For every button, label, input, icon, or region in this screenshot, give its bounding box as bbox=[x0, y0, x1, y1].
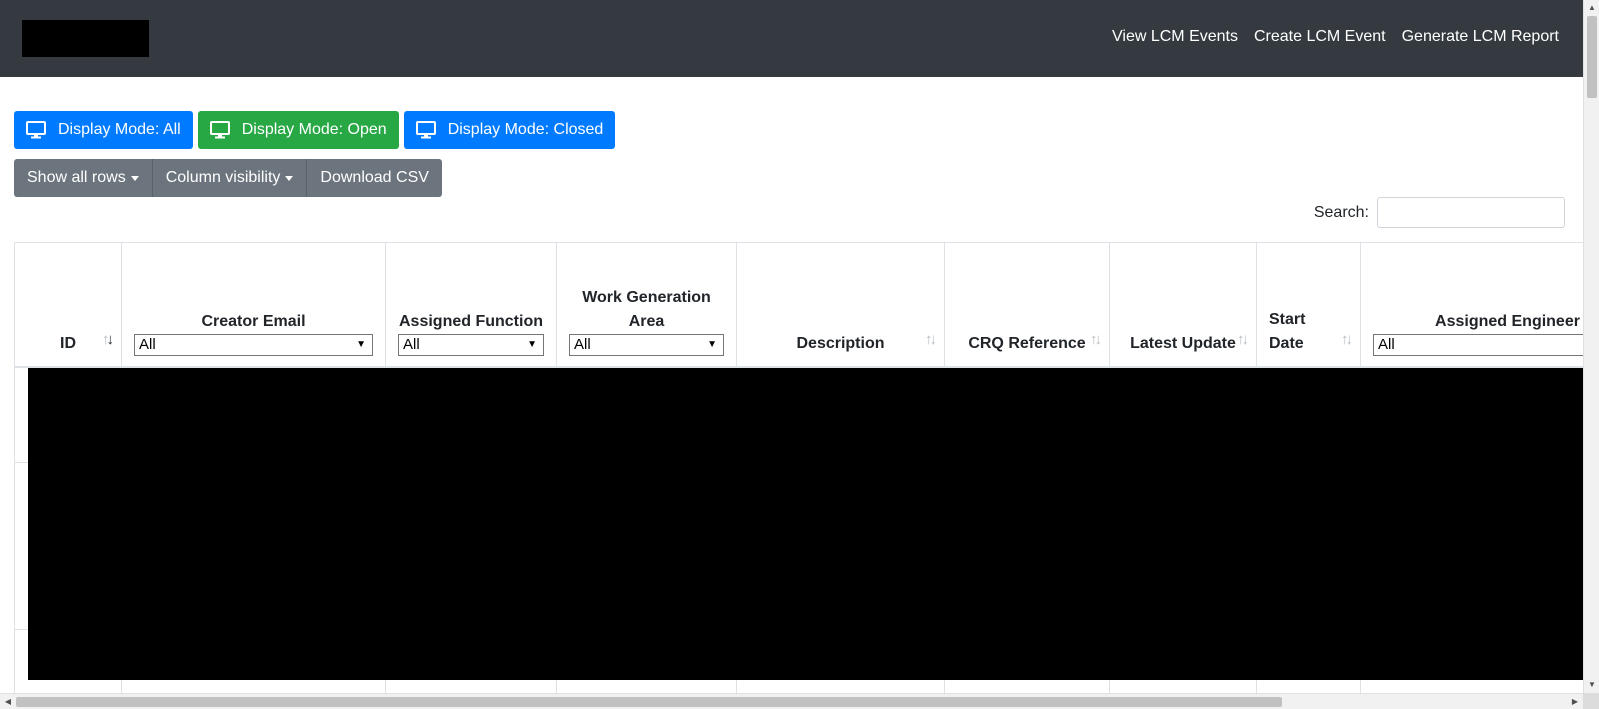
scrollbar-corner bbox=[1583, 693, 1599, 709]
scroll-left-arrow-icon[interactable]: ◀ bbox=[0, 694, 16, 709]
filter-value: All bbox=[403, 336, 420, 353]
dropdown-arrow-icon: ▼ bbox=[707, 339, 717, 350]
caret-down-icon bbox=[285, 175, 294, 181]
column-header-label: Creator Email bbox=[201, 313, 306, 330]
scroll-down-arrow-icon[interactable]: ▼ bbox=[1584, 677, 1599, 693]
monitor-icon bbox=[26, 121, 46, 139]
horizontal-scrollbar[interactable]: ◀ ▶ bbox=[0, 693, 1583, 709]
column-header-label: CRQ Reference bbox=[968, 335, 1086, 352]
column-header-label: Latest Update bbox=[1130, 335, 1236, 352]
filter-value: All bbox=[574, 336, 591, 353]
scroll-right-arrow-icon[interactable]: ▶ bbox=[1567, 694, 1583, 709]
scroll-up-arrow-icon[interactable]: ▲ bbox=[1584, 0, 1599, 16]
column-header-start-date[interactable]: Start Date ↑↓ bbox=[1256, 243, 1361, 368]
sort-icon: ↑↓ bbox=[102, 331, 114, 348]
vertical-scrollbar[interactable]: ▲ ▼ bbox=[1583, 0, 1599, 693]
sort-icon: ↑↓ bbox=[1090, 331, 1102, 348]
column-header-latest-update[interactable]: Latest Update ↑↓ bbox=[1109, 243, 1257, 368]
dropdown-arrow-icon: ▼ bbox=[527, 339, 537, 350]
vertical-scrollbar-thumb[interactable] bbox=[1587, 16, 1597, 98]
column-header-description[interactable]: Description ↑↓ bbox=[736, 243, 945, 368]
display-mode-open-label: Display Mode: Open bbox=[241, 121, 387, 138]
display-mode-all-label: Display Mode: All bbox=[58, 121, 181, 138]
column-visibility-label: Column visibility bbox=[165, 169, 281, 186]
monitor-icon bbox=[415, 121, 436, 139]
horizontal-scrollbar-thumb[interactable] bbox=[16, 697, 1282, 707]
display-mode-buttons: Display Mode: All Display Mode: Open Dis… bbox=[14, 111, 616, 149]
column-header-assigned-engineer: Assigned Engineer All▼ bbox=[1360, 243, 1583, 368]
table-header-row: ID ↑↓ Creator Email All ▼ Assigned Functi… bbox=[14, 243, 1583, 368]
search-input[interactable] bbox=[1377, 197, 1565, 228]
nav-links: View LCM Events Create LCM Event Generat… bbox=[1112, 28, 1559, 46]
column-header-id[interactable]: ID ↑↓ bbox=[14, 243, 122, 368]
nav-link-create-lcm-event[interactable]: Create LCM Event bbox=[1254, 28, 1386, 46]
top-navbar: View LCM Events Create LCM Event Generat… bbox=[0, 0, 1583, 77]
display-mode-open-button[interactable]: Display Mode: Open bbox=[197, 111, 399, 149]
column-header-work-generation-area: Work Generation Area All ▼ bbox=[556, 243, 737, 368]
column-header-crq-reference[interactable]: CRQ Reference ↑↓ bbox=[944, 243, 1110, 368]
display-mode-closed-label: Display Mode: Closed bbox=[447, 121, 604, 138]
column-header-creator-email: Creator Email All ▼ bbox=[121, 243, 386, 368]
sort-icon: ↑↓ bbox=[1341, 331, 1353, 348]
filter-value: All bbox=[1378, 336, 1395, 353]
column-header-label: Assigned Function bbox=[399, 313, 543, 330]
creator-email-filter-select[interactable]: All ▼ bbox=[134, 334, 373, 356]
column-header-label: Assigned Engineer bbox=[1435, 313, 1580, 330]
search-label: Search: bbox=[1313, 203, 1369, 221]
filter-value: All bbox=[139, 336, 156, 353]
brand-logo-redacted[interactable] bbox=[22, 20, 149, 57]
display-mode-closed-button[interactable]: Display Mode: Closed bbox=[403, 111, 616, 149]
column-header-label: ID bbox=[60, 335, 76, 352]
sort-icon: ↑↓ bbox=[925, 331, 937, 348]
caret-down-icon bbox=[130, 175, 139, 181]
show-all-rows-dropdown[interactable]: Show all rows bbox=[14, 159, 153, 197]
table-search: Search: bbox=[1314, 197, 1565, 228]
download-csv-button[interactable]: Download CSV bbox=[307, 159, 442, 197]
download-csv-label: Download CSV bbox=[320, 169, 429, 186]
column-header-assigned-function: Assigned Function All ▼ bbox=[385, 243, 557, 368]
display-mode-all-button[interactable]: Display Mode: All bbox=[14, 111, 193, 149]
dropdown-arrow-icon: ▼ bbox=[356, 339, 366, 350]
assigned-engineer-filter-select[interactable]: All▼ bbox=[1373, 334, 1583, 356]
sort-icon: ↑↓ bbox=[1237, 331, 1249, 348]
column-header-label: Work Generation Area bbox=[582, 289, 711, 330]
monitor-icon bbox=[209, 121, 230, 139]
column-visibility-dropdown[interactable]: Column visibility bbox=[152, 159, 308, 197]
work-generation-area-filter-select[interactable]: All ▼ bbox=[569, 334, 724, 356]
nav-link-view-lcm-events[interactable]: View LCM Events bbox=[1112, 28, 1238, 46]
show-all-rows-label: Show all rows bbox=[27, 169, 126, 186]
column-header-label: Description bbox=[796, 335, 885, 352]
nav-link-generate-lcm-report[interactable]: Generate LCM Report bbox=[1402, 28, 1559, 46]
table-control-buttons: Show all rows Column visibility Download… bbox=[14, 159, 442, 197]
assigned-function-filter-select[interactable]: All ▼ bbox=[398, 334, 544, 356]
redacted-table-content bbox=[28, 368, 1583, 680]
column-header-label: Start Date bbox=[1269, 311, 1306, 352]
